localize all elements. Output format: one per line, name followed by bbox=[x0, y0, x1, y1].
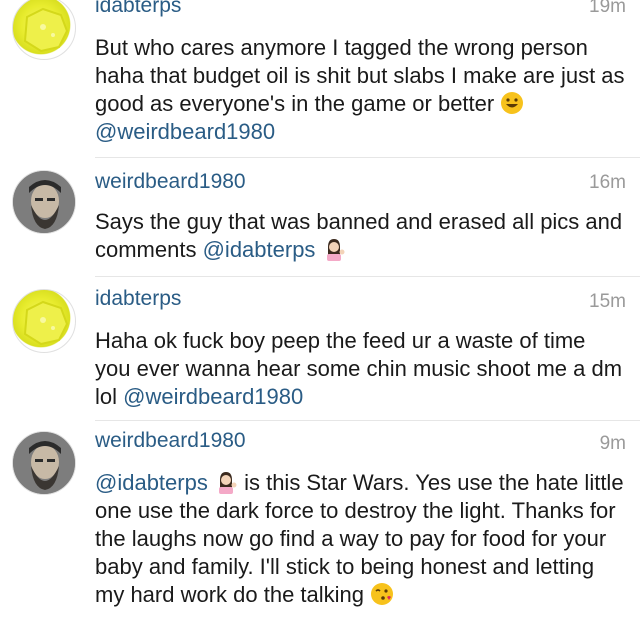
mention-link[interactable]: @weirdbeard1980 bbox=[123, 384, 303, 409]
comment-text: Haha ok fuck boy peep the feed ur a wast… bbox=[95, 327, 625, 411]
comment-username[interactable]: idabterps bbox=[95, 0, 181, 18]
comment-text-part: But who cares anymore I tagged the wrong… bbox=[95, 35, 625, 116]
comment-item: idabterps 19m But who cares anymore I ta… bbox=[0, 0, 640, 157]
comment-item: weirdbeard1980 9m @idabterps is this Sta… bbox=[0, 421, 640, 640]
mention-link[interactable]: @idabterps bbox=[203, 237, 316, 262]
bearded-man-avatar[interactable] bbox=[12, 170, 76, 234]
comment-text-part: Says the guy that was banned and erased … bbox=[95, 209, 623, 262]
person-tipping-hand-emoji bbox=[322, 237, 346, 261]
grinning-face-emoji bbox=[500, 91, 524, 115]
comment-item: idabterps 15m Haha ok fuck boy peep the … bbox=[0, 277, 640, 420]
comment-timestamp: 9m bbox=[599, 433, 626, 454]
wax-slab-avatar[interactable] bbox=[12, 0, 76, 60]
face-blowing-kiss-emoji bbox=[370, 582, 394, 606]
comment-username[interactable]: idabterps bbox=[95, 287, 181, 311]
comment-text: @idabterps is this Star Wars. Yes use th… bbox=[95, 469, 625, 609]
comment-text: Says the guy that was banned and erased … bbox=[95, 208, 625, 264]
comment-item: weirdbeard1980 16m Says the guy that was… bbox=[0, 158, 640, 276]
comment-timestamp: 16m bbox=[589, 172, 626, 193]
person-tipping-hand-emoji bbox=[214, 470, 238, 494]
comment-timestamp: 15m bbox=[589, 291, 626, 312]
wax-slab-avatar[interactable] bbox=[12, 289, 76, 353]
comment-timestamp: 19m bbox=[589, 0, 626, 17]
mention-link[interactable]: @weirdbeard1980 bbox=[95, 119, 275, 144]
comment-username[interactable]: weirdbeard1980 bbox=[95, 429, 246, 453]
comment-text: But who cares anymore I tagged the wrong… bbox=[95, 34, 625, 146]
bearded-man-avatar[interactable] bbox=[12, 431, 76, 495]
mention-link[interactable]: @idabterps bbox=[95, 470, 208, 495]
comment-username[interactable]: weirdbeard1980 bbox=[95, 170, 246, 194]
